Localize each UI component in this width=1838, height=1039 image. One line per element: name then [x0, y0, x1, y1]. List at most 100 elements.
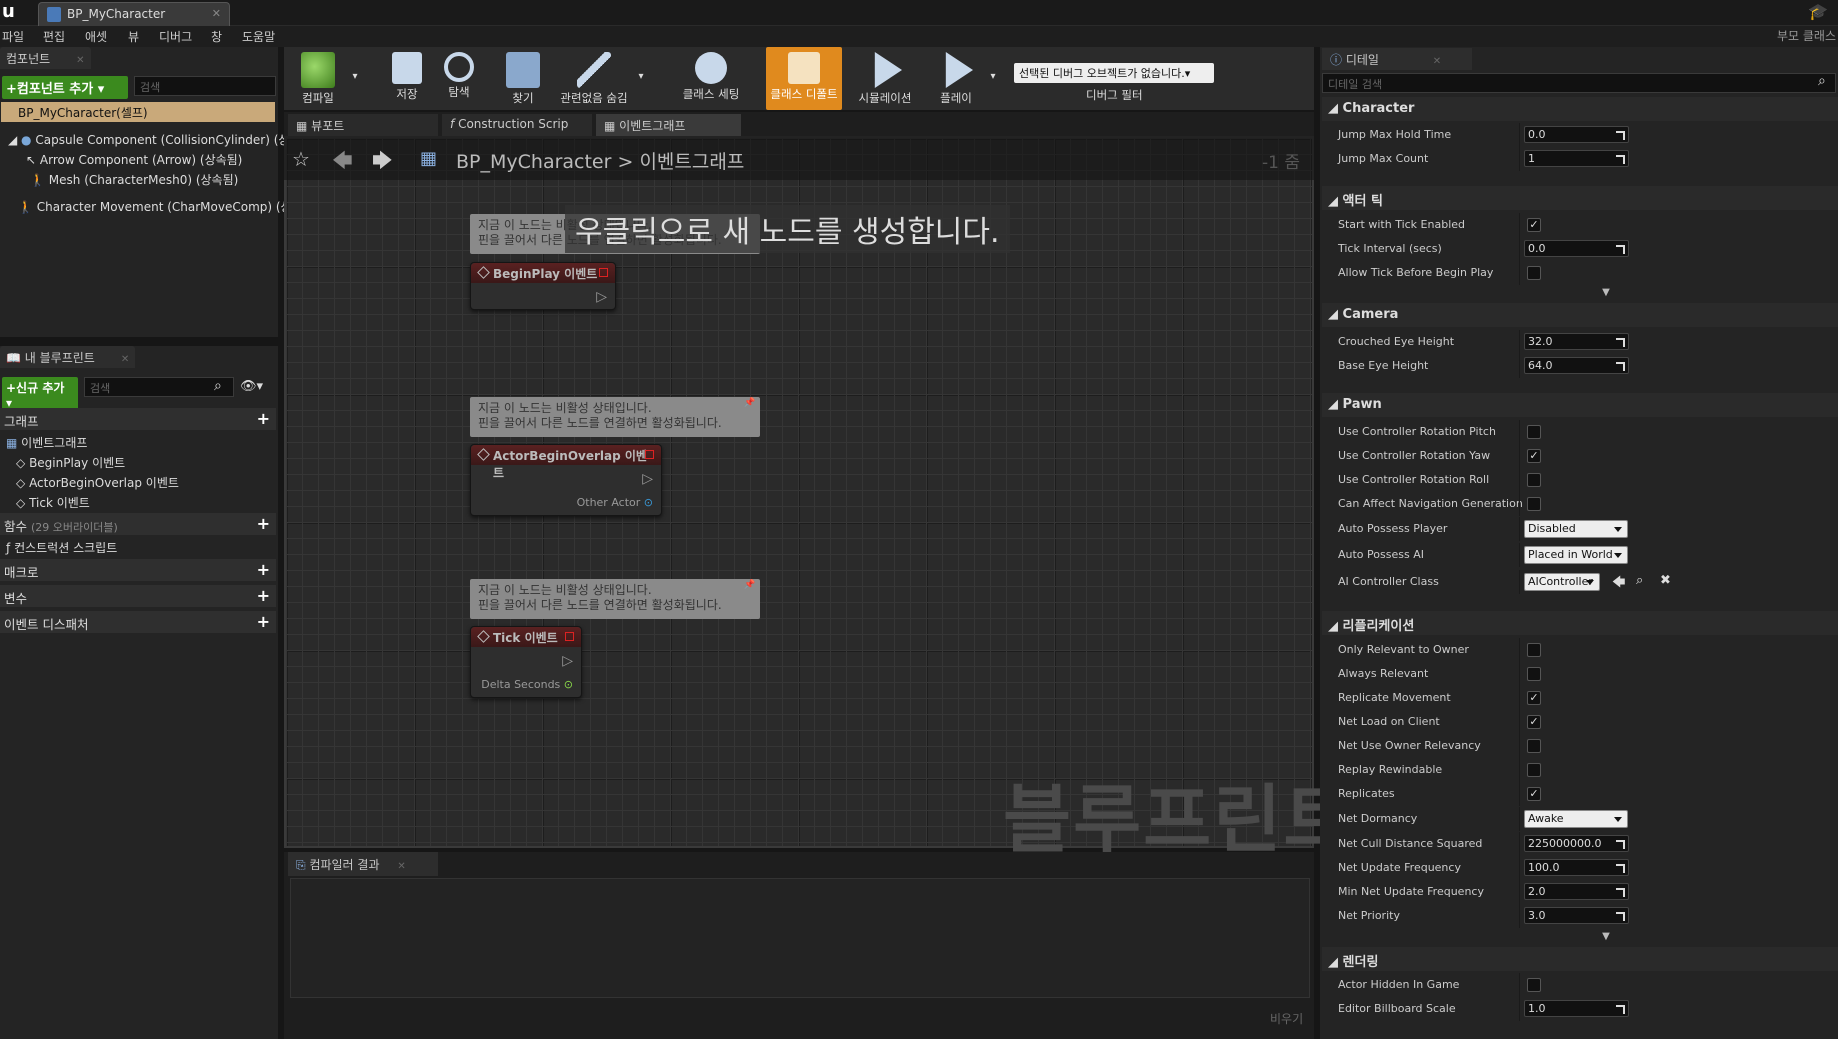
category-rendering[interactable]: ◢ 렌더링 [1322, 947, 1838, 971]
hide-unrelated-button[interactable]: 관련없음 숨김 [554, 47, 634, 110]
menu-view[interactable]: 뷰 [128, 28, 139, 45]
browse-button[interactable]: 탐색 [434, 47, 484, 110]
close-icon[interactable]: ✕ [1433, 56, 1441, 67]
blueprint-search-input[interactable]: 검색 [84, 377, 234, 397]
close-icon[interactable]: ✕ [76, 55, 84, 66]
use-selected-arrow-icon[interactable]: 🡄 [1612, 573, 1625, 595]
details-search-input[interactable]: 디테일 검색 [1322, 73, 1836, 93]
number-field[interactable]: 3.0 [1524, 907, 1629, 924]
details-tab[interactable]: ⓘ 디테일 ✕ [1322, 48, 1472, 70]
eye-icon[interactable]: 👁▾ [240, 379, 263, 394]
mesh-component[interactable]: 🚶 Mesh (CharacterMesh0) (상속됨) [30, 171, 238, 188]
browse-magnifier-icon[interactable]: ⌕ [1636, 573, 1643, 588]
play-options-dropdown[interactable]: ▾ [986, 47, 1000, 110]
checkbox-unchecked[interactable] [1527, 667, 1541, 681]
number-field[interactable]: 32.0 [1524, 333, 1629, 350]
delegate-pin-icon[interactable] [565, 632, 574, 641]
star-icon[interactable]: ☆ [292, 147, 310, 171]
number-field[interactable]: 100.0 [1524, 859, 1629, 876]
components-tab[interactable]: 컴포넌트 ✕ [0, 47, 91, 69]
category-actor-tick[interactable]: ◢ 액터 틱 [1322, 186, 1838, 210]
add-graph-icon[interactable]: + [257, 409, 270, 428]
compiler-results-tab[interactable]: ⎘ 컴파일러 결과 ✕ [288, 852, 438, 876]
save-button[interactable]: 저장 [382, 47, 432, 110]
other-actor-pin[interactable]: Other Actor ⊙ [577, 496, 653, 509]
dispatchers-section[interactable]: 이벤트 디스패처 + [0, 611, 276, 633]
checkbox-unchecked[interactable] [1527, 978, 1541, 992]
number-field[interactable]: 64.0 [1524, 357, 1629, 374]
exec-pin-icon[interactable]: ▷ [642, 471, 653, 487]
functions-section[interactable]: 함수 (29 오버라이더블) + [0, 513, 276, 535]
my-blueprint-tab[interactable]: 📖 내 블루프린트 ✕ [0, 346, 136, 368]
number-field[interactable]: 1.0 [1524, 1000, 1629, 1017]
menu-help[interactable]: 도움말 [242, 28, 275, 45]
menu-debug[interactable]: 디버그 [159, 28, 192, 45]
menu-asset[interactable]: 애셋 [85, 28, 107, 45]
forward-arrow-icon[interactable]: 🡆 [372, 146, 393, 180]
checkbox-checked[interactable]: ✓ [1527, 218, 1541, 232]
add-variable-icon[interactable]: + [257, 586, 270, 605]
add-component-button[interactable]: +컴포넌트 추가 ▾ [2, 76, 128, 99]
unreal-logo-icon[interactable]: u [2, 2, 20, 22]
checkbox-unchecked[interactable] [1527, 473, 1541, 487]
play-button[interactable]: 플레이 [928, 47, 984, 110]
event-node-tick[interactable]: Tick 이벤트 ▷ Delta Seconds ⊙ [470, 626, 582, 698]
class-settings-button[interactable]: 클래스 세팅 [674, 47, 748, 110]
debug-object-select[interactable]: 선택된 디버그 오브젝트가 없습니다.▾ [1014, 63, 1214, 83]
clear-x-icon[interactable]: ✖ [1660, 573, 1671, 588]
tab-event-graph[interactable]: ▦ 이벤트그래프 [596, 114, 741, 136]
event-item-tick[interactable]: ◇ Tick 이벤트 [16, 494, 90, 511]
checkbox-checked[interactable]: ✓ [1527, 691, 1541, 705]
checkbox-unchecked[interactable] [1527, 497, 1541, 511]
clear-button[interactable]: 비우기 [1270, 1010, 1303, 1027]
menu-window[interactable]: 창 [211, 28, 222, 45]
number-field[interactable]: 0.0 [1524, 240, 1629, 257]
event-graph-item[interactable]: ▦ 이벤트그래프 [6, 434, 87, 451]
checkbox-unchecked[interactable] [1527, 739, 1541, 753]
delta-seconds-pin[interactable]: Delta Seconds ⊙ [481, 678, 573, 691]
add-function-icon[interactable]: + [257, 514, 270, 533]
delegate-pin-icon[interactable] [599, 268, 608, 277]
movement-component[interactable]: 🚶 Character Movement (CharMoveComp) (상속 [18, 198, 303, 215]
event-item-beginplay[interactable]: ◇ BeginPlay 이벤트 [16, 454, 125, 471]
category-character[interactable]: ◢ Character [1322, 97, 1838, 121]
category-pawn[interactable]: ◢ Pawn [1322, 393, 1838, 417]
checkbox-unchecked[interactable] [1527, 763, 1541, 777]
expand-advanced-icon[interactable]: ▼ [1600, 931, 1612, 942]
menu-file[interactable]: 파일 [2, 28, 24, 45]
number-field[interactable]: 2.0 [1524, 883, 1629, 900]
number-field[interactable]: 0.0 [1524, 126, 1629, 143]
number-field[interactable]: 225000000.0 [1524, 835, 1629, 852]
exec-pin-icon[interactable]: ▷ [562, 653, 573, 669]
add-macro-icon[interactable]: + [257, 560, 270, 579]
graphs-section[interactable]: 그래프 + [0, 408, 276, 430]
checkbox-checked[interactable]: ✓ [1527, 449, 1541, 463]
expand-advanced-icon[interactable]: ▼ [1600, 287, 1612, 298]
compile-button[interactable]: 컴파일 [288, 47, 348, 110]
document-tab[interactable]: BP_MyCharacter ✕ [38, 2, 230, 26]
category-replication[interactable]: ◢ 리플리케이션 [1322, 611, 1838, 635]
breadcrumb-blueprint[interactable]: BP_MyCharacter [456, 151, 611, 173]
close-icon[interactable]: ✕ [397, 861, 405, 872]
variables-section[interactable]: 변수 + [0, 585, 276, 607]
tab-construction-script[interactable]: f Construction Scrip [442, 114, 592, 136]
construction-script-item[interactable]: ƒ 컨스트럭션 스크립트 [6, 539, 117, 556]
menu-edit[interactable]: 편집 [43, 28, 65, 45]
capsule-component[interactable]: ◢ ● Capsule Component (CollisionCylinder… [8, 131, 300, 148]
pin-icon[interactable]: 📌 [744, 398, 755, 408]
delegate-pin-icon[interactable] [645, 450, 654, 459]
exec-pin-icon[interactable]: ▷ [596, 289, 607, 305]
close-icon[interactable]: ✕ [121, 354, 129, 365]
cap-icon[interactable]: 🎓 [1806, 2, 1828, 22]
find-button[interactable]: 찾기 [498, 47, 548, 110]
compile-options-dropdown[interactable]: ▾ [348, 47, 362, 110]
arrow-component[interactable]: ↖ Arrow Component (Arrow) (상속됨) [26, 151, 242, 168]
macros-section[interactable]: 매크로 + [0, 559, 276, 581]
event-node-beginplay[interactable]: BeginPlay 이벤트 ▷ [470, 262, 616, 310]
checkbox-checked[interactable]: ✓ [1527, 715, 1541, 729]
dropdown[interactable]: Awake [1524, 810, 1628, 828]
event-node-overlap[interactable]: ActorBeginOverlap 이벤트 ▷ Other Actor ⊙ [470, 444, 662, 516]
pin-icon[interactable]: 📌 [744, 580, 755, 590]
simulation-button[interactable]: 시뮬레이션 [850, 47, 920, 110]
hide-unrelated-dropdown[interactable]: ▾ [634, 47, 648, 110]
